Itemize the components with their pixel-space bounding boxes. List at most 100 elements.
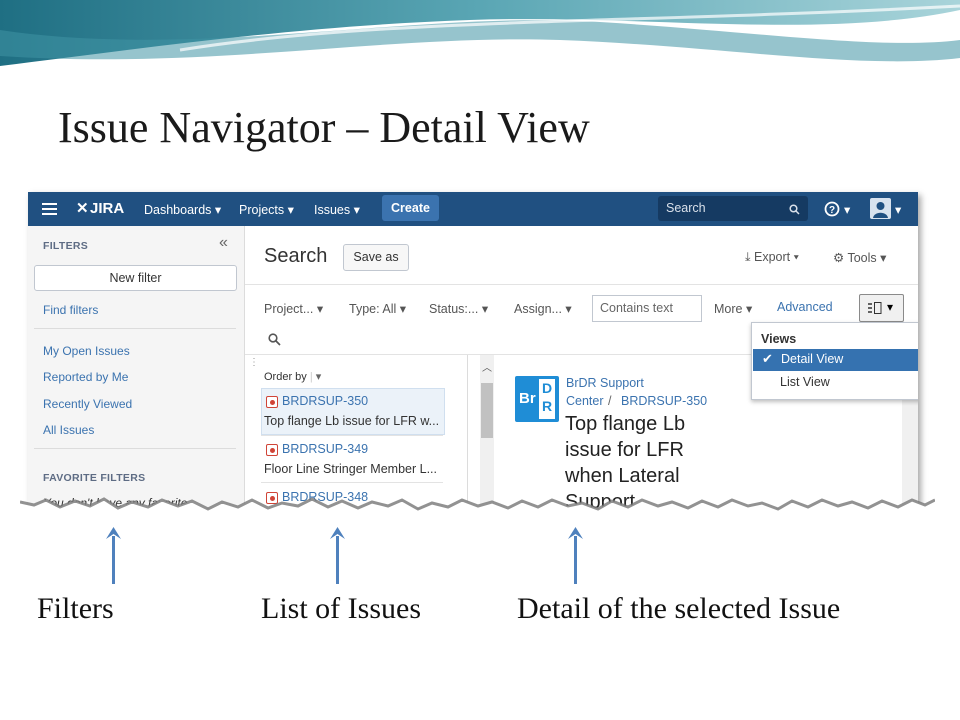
issue-key[interactable]: BRDRSUP-349 <box>282 442 368 456</box>
nav-dashboards-label: Dashboards <box>144 203 212 217</box>
filters-heading: FILTERS <box>43 240 89 252</box>
new-filter-button[interactable]: New filter <box>34 265 237 291</box>
issue-title-line: issue for LFR <box>565 439 684 461</box>
list-separator <box>261 482 443 483</box>
chevron-down-icon: ▾ <box>316 302 324 316</box>
find-filters-link[interactable]: Find filters <box>43 303 98 317</box>
project-avatar-badge: DR <box>539 379 555 419</box>
project-filter-label: Project... <box>264 302 314 316</box>
jira-logo-text[interactable]: JIRA <box>90 200 124 217</box>
chevron-down-icon: ▾ <box>887 300 894 314</box>
jira-screenshot: ✕ JIRA Dashboards ▾ Projects ▾ Issues ▾ … <box>28 192 918 508</box>
menu-item-list-view[interactable]: List View <box>780 375 830 389</box>
svg-text:?: ? <box>829 205 835 216</box>
save-as-button[interactable]: Save as <box>343 244 409 271</box>
torn-edge-decoration <box>20 497 935 524</box>
header-divider <box>245 284 918 285</box>
hamburger-menu-icon[interactable] <box>42 202 58 216</box>
collapse-sidebar-icon[interactable]: « <box>219 234 228 252</box>
help-icon[interactable]: ? <box>824 201 841 218</box>
export-label: Export <box>754 250 791 264</box>
status-filter-label: Status:... <box>429 302 479 316</box>
assignee-filter[interactable]: Assign... ▾ <box>514 301 572 316</box>
chevron-down-icon: ▾ <box>844 203 851 217</box>
chevron-down-icon: ▾ <box>399 302 407 316</box>
create-button[interactable]: Create <box>382 195 439 221</box>
chevron-down-icon: ▾ <box>287 203 294 217</box>
sidebar-item-recently-viewed[interactable]: Recently Viewed <box>43 397 132 411</box>
issue-title-line: Top flange Lb <box>565 413 686 435</box>
contains-text-placeholder: Contains text <box>600 301 673 315</box>
checkmark-icon: ✔ <box>762 351 773 366</box>
project-avatar-icon: Br DR <box>515 376 559 422</box>
more-filters-button[interactable]: More ▾ <box>714 301 752 316</box>
project-link[interactable]: BrDR Support <box>566 376 644 390</box>
resize-handle[interactable]: ⋮ <box>249 357 259 368</box>
arrow-list <box>336 536 339 584</box>
tools-button[interactable]: ⚙ Tools ▾ <box>833 250 886 265</box>
list-scrollbar-thumb[interactable] <box>481 383 493 438</box>
chevron-down-icon: ▾ <box>745 302 753 316</box>
detail-view-icon <box>868 302 882 314</box>
issue-key-link[interactable]: BRDRSUP-350 <box>621 394 707 408</box>
sidebar-divider <box>34 328 236 329</box>
order-by-label: Order by <box>264 371 307 383</box>
menu-item-detail-view[interactable]: ✔ Detail View <box>753 349 918 371</box>
filters-sidebar: FILTERS « New filter Find filters My Ope… <box>28 226 245 508</box>
more-filters-label: More <box>714 302 743 316</box>
nav-projects[interactable]: Projects ▾ <box>239 202 294 217</box>
nav-issues-label: Issues <box>314 203 351 217</box>
chevron-down-icon: ▾ <box>565 302 572 316</box>
sidebar-item-reported-by-me[interactable]: Reported by Me <box>43 370 128 384</box>
nav-dashboards[interactable]: Dashboards ▾ <box>144 202 221 217</box>
gear-icon: ⚙ <box>833 251 845 265</box>
user-avatar-icon[interactable] <box>870 198 891 219</box>
type-filter[interactable]: Type: All ▾ <box>349 301 406 316</box>
issue-summary: Top flange Lb issue for LFR w... <box>264 414 440 428</box>
chevron-down-icon: ▾ <box>353 203 360 217</box>
sidebar-divider <box>34 448 236 449</box>
project-filter[interactable]: Project... ▾ <box>264 301 323 316</box>
chevron-down-icon: ▾ <box>880 251 887 265</box>
bug-icon <box>266 396 278 408</box>
arrow-head-icon <box>330 527 345 539</box>
issue-summary: Floor Line Stringer Member L... <box>264 462 437 476</box>
arrow-detail <box>574 536 577 584</box>
caption-filters: Filters <box>37 592 114 625</box>
jira-logo-icon[interactable]: ✕ <box>76 199 89 217</box>
search-main-panel: Search Save as ⤓ Export ▾ ⚙ Tools ▾ Proj… <box>245 226 918 508</box>
issue-title-line: when Lateral <box>565 465 680 487</box>
export-icon: ⤓ <box>745 250 751 264</box>
export-button[interactable]: ⤓ Export ▾ <box>745 250 799 265</box>
view-switcher-button[interactable]: ▾ <box>859 294 904 322</box>
arrow-head-icon <box>568 527 583 539</box>
tools-label: Tools <box>847 251 877 265</box>
nav-projects-label: Projects <box>239 203 285 217</box>
sidebar-item-all-issues[interactable]: All Issues <box>43 423 94 437</box>
global-search-input[interactable]: Search <box>658 196 808 221</box>
order-by-button[interactable]: Order by | ▾ <box>264 370 321 383</box>
search-icon[interactable] <box>268 333 281 346</box>
list-scrollbar[interactable]: ︿ <box>480 355 494 508</box>
breadcrumb-separator: / <box>608 394 612 408</box>
list-separator <box>261 435 443 436</box>
issue-key[interactable]: BRDRSUP-350 <box>282 394 368 408</box>
search-icon <box>789 204 800 215</box>
sidebar-item-my-open-issues[interactable]: My Open Issues <box>43 344 130 358</box>
assignee-filter-label: Assign... <box>514 302 562 316</box>
type-filter-label: Type: All <box>349 302 397 316</box>
nav-issues[interactable]: Issues ▾ <box>314 202 360 217</box>
views-dropdown: Views ✔ Detail View List View <box>751 322 918 400</box>
bug-icon <box>266 444 278 456</box>
project-link-line2[interactable]: Center <box>566 394 604 408</box>
global-search-placeholder: Search <box>666 201 706 215</box>
header-wave-decoration <box>0 0 960 66</box>
status-filter[interactable]: Status:... ▾ <box>429 301 488 316</box>
arrow-head-icon <box>106 527 121 539</box>
slide-title: Issue Navigator – Detail View <box>58 103 590 152</box>
page-title: Search <box>264 245 328 267</box>
scroll-up-icon[interactable]: ︿ <box>482 359 492 374</box>
advanced-search-link[interactable]: Advanced <box>777 300 833 314</box>
favorite-filters-heading: FAVORITE FILTERS <box>43 472 146 484</box>
contains-text-input[interactable]: Contains text <box>592 295 702 322</box>
